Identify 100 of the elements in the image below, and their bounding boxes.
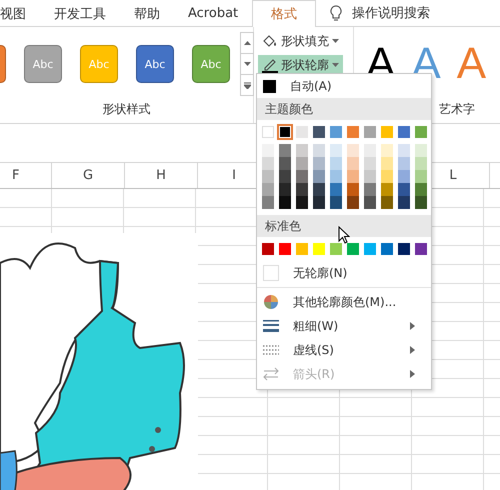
lightbulb-icon	[330, 4, 342, 22]
color-swatch[interactable]	[364, 157, 376, 170]
down-arrow-icon	[244, 62, 250, 66]
color-swatch[interactable]	[415, 243, 427, 255]
color-swatch[interactable]	[347, 170, 359, 183]
color-swatch[interactable]	[313, 196, 325, 209]
color-swatch[interactable]	[415, 144, 427, 157]
shape-style-swatch[interactable]: Abc	[136, 45, 174, 83]
pencil-icon	[262, 57, 278, 73]
color-swatch[interactable]	[347, 183, 359, 196]
up-arrow-icon	[244, 41, 250, 45]
line-weight-icon	[263, 318, 279, 334]
color-swatch[interactable]	[330, 196, 342, 209]
section-header: 标准色	[257, 215, 431, 237]
color-swatch[interactable]	[330, 144, 342, 157]
color-swatch[interactable]	[262, 157, 274, 170]
color-swatch[interactable]	[398, 243, 410, 255]
color-swatch[interactable]	[262, 144, 274, 157]
color-swatch[interactable]	[313, 144, 325, 157]
color-swatch[interactable]	[381, 126, 393, 138]
arrows-icon	[263, 366, 279, 382]
menu-item[interactable]: 虚线(S)	[257, 338, 431, 362]
color-swatch[interactable]	[398, 170, 410, 183]
color-swatch[interactable]	[415, 157, 427, 170]
color-swatch[interactable]	[398, 196, 410, 209]
color-swatch[interactable]	[313, 183, 325, 196]
color-swatch[interactable]	[364, 243, 376, 255]
tell-me-search[interactable]: 操作说明搜索	[352, 4, 430, 22]
color-swatch[interactable]	[364, 196, 376, 209]
color-swatch[interactable]	[415, 126, 427, 138]
color-swatch[interactable]	[347, 196, 359, 209]
automatic-color-item[interactable]: 自动(A)	[257, 74, 431, 98]
color-swatch[interactable]	[279, 183, 291, 196]
ribbon-tab[interactable]: 视图	[0, 0, 40, 26]
ribbon-tab[interactable]: 帮助	[120, 0, 174, 26]
color-swatch[interactable]	[262, 170, 274, 183]
column-header: F	[12, 168, 20, 183]
paint-bucket-icon	[262, 34, 278, 48]
color-swatch[interactable]	[347, 144, 359, 157]
color-swatch[interactable]	[347, 157, 359, 170]
color-swatch[interactable]	[279, 170, 291, 183]
color-swatch[interactable]	[364, 170, 376, 183]
menu-item[interactable]: 其他轮廓颜色(M)...	[257, 290, 431, 314]
color-swatch[interactable]	[296, 196, 308, 209]
color-swatch[interactable]	[381, 243, 393, 255]
color-swatch[interactable]	[398, 157, 410, 170]
color-swatch[interactable]	[262, 243, 274, 255]
color-swatch[interactable]	[415, 170, 427, 183]
menu-item[interactable]: 粗细(W)	[257, 314, 431, 338]
color-swatch[interactable]	[398, 183, 410, 196]
color-swatch[interactable]	[381, 157, 393, 170]
color-swatch[interactable]	[296, 243, 308, 255]
no-outline-item[interactable]: 无轮廓(N)	[257, 261, 431, 285]
ribbon-tab[interactable]: 开发工具	[40, 0, 120, 26]
color-swatch[interactable]	[296, 126, 308, 138]
color-swatch[interactable]	[313, 126, 325, 138]
color-swatch[interactable]	[296, 183, 308, 196]
color-swatch[interactable]	[296, 157, 308, 170]
color-swatch[interactable]	[364, 183, 376, 196]
color-swatch[interactable]	[330, 157, 342, 170]
caret-icon	[332, 39, 339, 43]
color-swatch[interactable]	[330, 170, 342, 183]
caret-icon	[332, 63, 339, 67]
color-swatch[interactable]	[364, 126, 376, 138]
color-swatch[interactable]	[347, 243, 359, 255]
color-swatch[interactable]	[330, 126, 342, 138]
column-header: I	[232, 168, 236, 183]
color-swatch[interactable]	[381, 170, 393, 183]
color-swatch[interactable]	[364, 144, 376, 157]
ribbon-tab[interactable]: Acrobat	[174, 0, 252, 26]
color-swatch[interactable]	[398, 126, 410, 138]
column-header: L	[449, 168, 457, 183]
color-swatch[interactable]	[398, 144, 410, 157]
shape-outline-button[interactable]: 形状轮廓	[258, 55, 343, 75]
color-swatch[interactable]	[313, 170, 325, 183]
color-swatch[interactable]	[415, 196, 427, 209]
color-swatch[interactable]	[330, 243, 342, 255]
color-swatch[interactable]	[381, 144, 393, 157]
color-swatch[interactable]	[313, 157, 325, 170]
color-swatch[interactable]	[279, 196, 291, 209]
color-swatch[interactable]	[330, 183, 342, 196]
column-header: G	[82, 168, 94, 183]
color-swatch[interactable]	[296, 144, 308, 157]
color-swatch[interactable]	[347, 126, 359, 138]
color-swatch[interactable]	[262, 126, 274, 138]
color-swatch[interactable]	[381, 183, 393, 196]
color-swatch[interactable]	[279, 157, 291, 170]
shape-fill-button[interactable]: 形状填充	[258, 31, 343, 51]
color-swatch[interactable]	[262, 196, 274, 209]
mouse-cursor-icon	[338, 226, 350, 244]
color-swatch[interactable]	[313, 243, 325, 255]
column-header: H	[156, 168, 166, 183]
color-swatch[interactable]	[279, 243, 291, 255]
section-header: 主题颜色	[257, 98, 431, 120]
color-swatch[interactable]	[381, 196, 393, 209]
color-swatch[interactable]	[415, 183, 427, 196]
color-swatch[interactable]	[262, 183, 274, 196]
color-swatch[interactable]	[279, 144, 291, 157]
ribbon-tab[interactable]: 格式	[252, 0, 316, 27]
color-swatch[interactable]	[296, 170, 308, 183]
